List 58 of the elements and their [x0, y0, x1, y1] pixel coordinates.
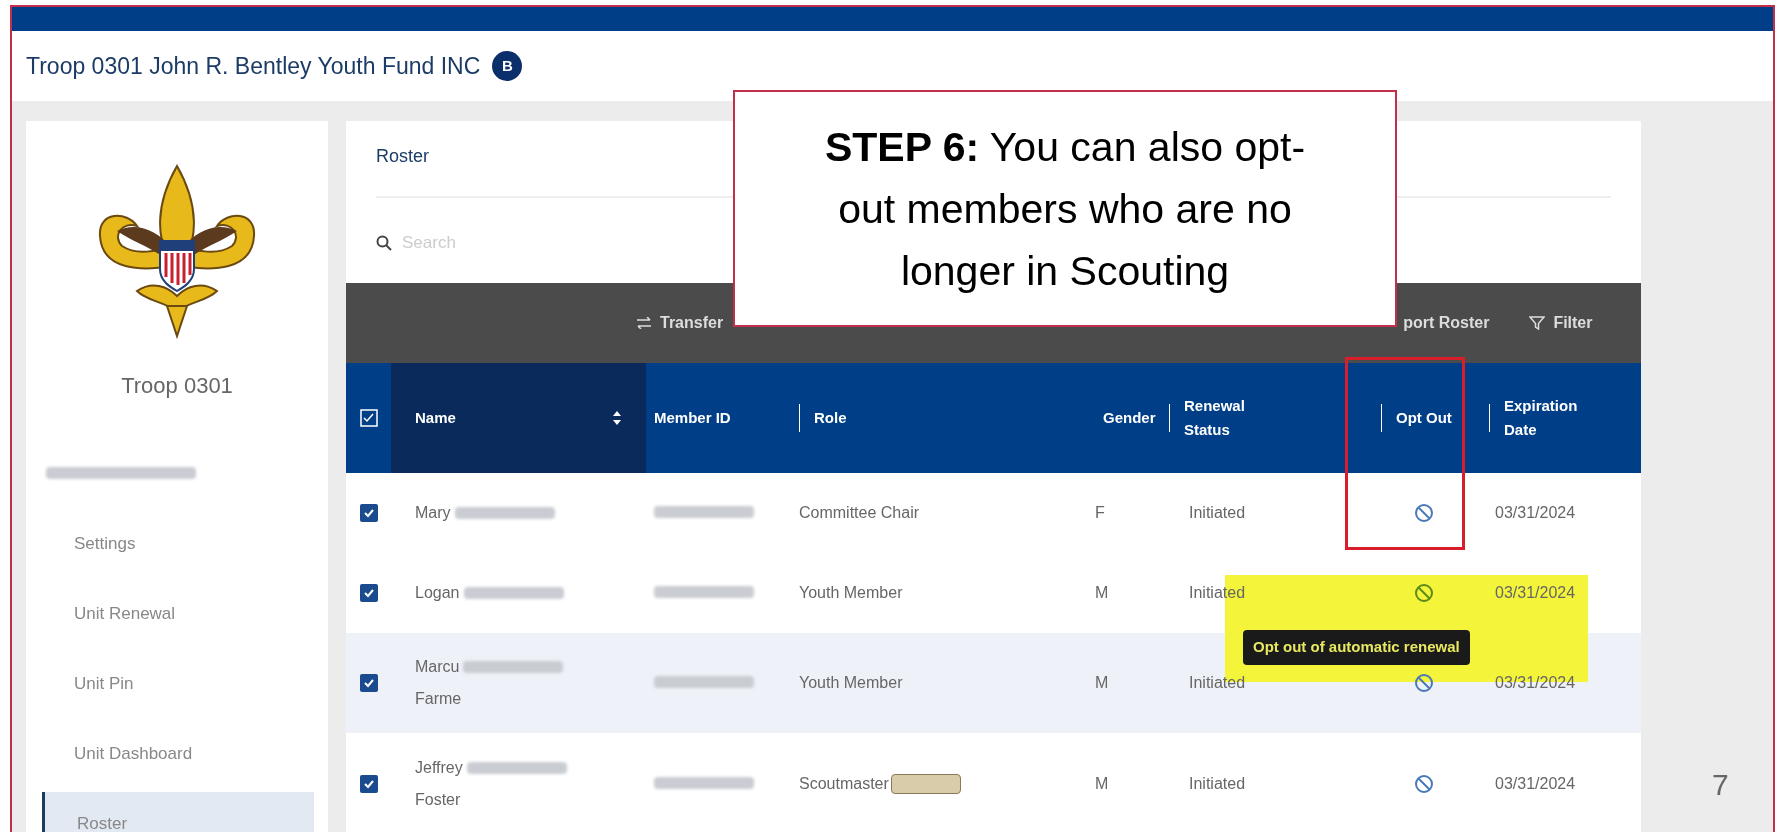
sidebar-item[interactable]: Unit Pin: [42, 652, 314, 716]
column-header: Opt Out: [1396, 408, 1453, 428]
sidebar-item[interactable]: Unit Dashboard: [42, 722, 314, 786]
member-name: Mary: [415, 503, 451, 523]
gender-text: F: [1095, 504, 1105, 521]
renewal-status: Initiated: [1189, 504, 1246, 521]
row-checkbox[interactable]: [359, 584, 378, 602]
gender-text: M: [1095, 775, 1109, 792]
select-all-checkbox-icon[interactable]: [359, 409, 378, 427]
member-name: Foster: [415, 790, 462, 810]
checkmark-icon: [362, 778, 375, 790]
role-text: Youth Member: [799, 673, 903, 693]
unit-name: Troop 0301: [121, 372, 233, 400]
callout-text: STEP 6: You can also opt-out members who are no longer in Scouting: [823, 122, 1307, 296]
member-name: Farme: [415, 689, 463, 709]
slide-number: 7: [1712, 767, 1729, 803]
sidebar-item[interactable]: Settings: [42, 512, 314, 576]
org-badge: B: [492, 51, 523, 81]
roster-title: Roster: [376, 146, 429, 166]
column-header: Renewal Status: [1184, 396, 1246, 440]
toolbar-button[interactable]: Transfer: [636, 311, 724, 335]
filter-icon: [1529, 316, 1546, 330]
ban-icon[interactable]: [1413, 774, 1434, 794]
column-header: Member ID: [654, 407, 731, 428]
expiration-date: 03/31/2024: [1495, 504, 1576, 521]
gender-text: M: [1095, 674, 1109, 691]
role-text: Committee Chair: [799, 503, 920, 523]
column-header: Name: [415, 407, 456, 428]
checkmark-icon: [362, 507, 375, 519]
member-name: Jeffrey: [415, 758, 463, 778]
sidebar-item[interactable]: Unit Renewal: [42, 582, 314, 646]
checkmark-icon: [362, 677, 375, 689]
search-icon: [376, 235, 392, 251]
column-header: Role: [814, 407, 847, 428]
hint-tooltip: Opt out of automatic renewal: [1243, 630, 1470, 665]
ban-icon[interactable]: [1413, 583, 1434, 603]
renewal-status: Initiated: [1189, 775, 1246, 792]
sidebar-item[interactable]: Roster: [42, 792, 314, 832]
sort-icon[interactable]: [612, 410, 622, 426]
expiration-date: 03/31/2024: [1495, 775, 1576, 792]
renewal-status: Initiated: [1189, 674, 1246, 691]
row-checkbox[interactable]: [359, 504, 378, 522]
ban-icon[interactable]: [1413, 673, 1434, 693]
expiration-date: 03/31/2024: [1495, 584, 1576, 601]
toolbar-button[interactable]: Filter: [1529, 311, 1593, 335]
checkmark-icon: [362, 587, 375, 599]
member-name: Logan: [415, 583, 460, 603]
member-name: Marcu: [415, 657, 460, 677]
role-text: Youth Member: [799, 583, 903, 603]
row-checkbox[interactable]: [359, 775, 378, 793]
gender-text: M: [1095, 584, 1109, 601]
toolbar-button[interactable]: port Roster: [1403, 311, 1490, 335]
swap-arrows-icon: [636, 317, 652, 329]
row-checkbox[interactable]: [359, 674, 378, 692]
role-text: Scoutmaster: [799, 774, 889, 794]
organization-name: Troop 0301 John R. Bentley Youth Fund INC: [26, 51, 481, 81]
ban-icon[interactable]: [1413, 503, 1434, 523]
column-header: Gender: [1103, 407, 1156, 428]
